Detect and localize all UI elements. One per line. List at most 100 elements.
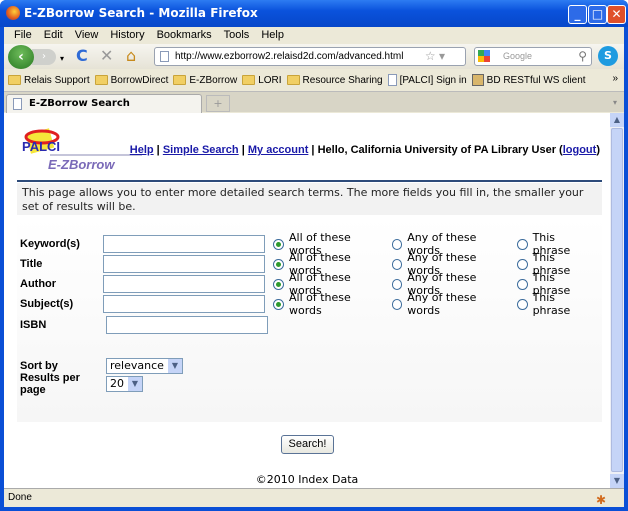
menu-help[interactable]: Help (255, 27, 290, 44)
stop-icon[interactable]: ✕ (100, 47, 113, 65)
per-page-select[interactable]: 20 ▼ (106, 376, 143, 392)
match-mode-radio[interactable] (391, 298, 403, 310)
search-button[interactable]: Search! (281, 435, 334, 454)
forward-button[interactable]: › (32, 49, 56, 65)
field-input[interactable] (103, 255, 266, 273)
history-dropdown-icon[interactable]: ▾ (60, 50, 64, 68)
my-account-link[interactable]: My account (248, 144, 309, 156)
folder-icon (173, 75, 187, 85)
field-label: Title (20, 258, 43, 270)
reload-icon[interactable]: C (76, 47, 88, 65)
tab-list-button[interactable]: ▾ (608, 95, 622, 111)
bookmark-label: E-ZBorrow (189, 74, 238, 86)
bookmark-item[interactable]: BD RESTful WS client (471, 74, 586, 86)
bookmark-label: BorrowDirect (110, 74, 169, 86)
folder-icon (8, 75, 21, 85)
bookmark-star-icon[interactable]: ☆ ▾ (425, 48, 445, 65)
bookmarks-toolbar: Relais Support BorrowDirect E-ZBorrow LO… (4, 70, 624, 90)
svg-text:E-ZBorrow: E-ZBorrow (48, 157, 115, 172)
search-placeholder: Google (503, 51, 533, 61)
footer: ©2010 Index Data (255, 473, 359, 486)
bookmark-item[interactable]: Relais Support (8, 75, 90, 86)
palci-ezborrow-logo: PALCI E-ZBorrow (22, 128, 142, 172)
match-mode-radio[interactable] (516, 278, 528, 290)
advanced-search-form: Keyword(s) All of these words Any of thes… (17, 217, 602, 422)
menu-bookmarks[interactable]: Bookmarks (151, 27, 218, 44)
scroll-down-icon[interactable]: ▼ (610, 474, 624, 488)
status-bar: Done ✱ (4, 488, 624, 507)
field-label: Author (20, 278, 57, 290)
scroll-up-icon[interactable]: ▲ (610, 113, 624, 127)
match-mode-radio[interactable] (391, 278, 403, 290)
field-input[interactable] (103, 235, 266, 253)
per-page-row: Results per page 20 ▼ (20, 372, 143, 396)
google-icon (478, 50, 490, 62)
new-tab-button[interactable]: + (206, 95, 230, 112)
bookmark-label: Resource Sharing (302, 74, 383, 86)
field-label: ISBN (20, 319, 47, 331)
skype-icon[interactable]: S (598, 46, 618, 66)
menu-edit[interactable]: Edit (38, 27, 69, 44)
menu-bar: File Edit View History Bookmarks Tools H… (4, 27, 624, 44)
magnifier-icon[interactable]: ⚲ (578, 48, 587, 65)
field-input[interactable] (103, 275, 266, 293)
match-mode-radio[interactable] (516, 258, 528, 270)
match-mode-radio[interactable] (273, 238, 284, 250)
match-mode-radio[interactable] (516, 238, 528, 250)
field-row: ISBN (20, 316, 268, 334)
scroll-thumb[interactable] (611, 128, 623, 472)
minimize-button[interactable]: _ (568, 5, 587, 24)
status-text: Done (8, 492, 32, 503)
url-bar[interactable]: http://www.ezborrow2.relaisd2d.com/advan… (154, 47, 466, 66)
image-icon (471, 74, 484, 86)
match-mode-radio[interactable] (273, 298, 284, 310)
firebug-icon[interactable]: ✱ (596, 491, 606, 509)
tab-bar: E-ZBorrow Search + ▾ (4, 91, 624, 113)
bookmark-label: LORI (258, 74, 282, 86)
help-link[interactable]: Help (130, 144, 154, 156)
navigation-toolbar: › ‹ ▾ C ✕ ⌂ http://www.ezborrow2.relaisd… (4, 44, 624, 69)
simple-search-link[interactable]: Simple Search (163, 144, 239, 156)
folder-icon (242, 75, 256, 85)
bookmark-item[interactable]: Resource Sharing (286, 74, 383, 86)
maximize-button[interactable]: □ (588, 5, 607, 24)
match-mode-group: All of these words Any of these words This… (273, 291, 602, 317)
match-mode-radio[interactable] (516, 298, 528, 310)
bookmark-item[interactable]: [PALCI] Sign in (387, 74, 467, 86)
bookmark-item[interactable]: LORI (242, 74, 282, 86)
match-mode-radio[interactable] (273, 278, 284, 290)
chevron-down-icon: ▼ (167, 359, 182, 373)
menu-history[interactable]: History (104, 27, 150, 44)
menu-view[interactable]: View (69, 27, 105, 44)
match-mode-label: All of these words (289, 291, 351, 317)
close-button[interactable]: ✕ (607, 5, 626, 24)
sort-value: relevance (110, 359, 164, 372)
description: This page allows you to enter more detai… (17, 183, 602, 215)
browser-window: E-ZBorrow Search - Mozilla Firefox _ □ ✕… (0, 0, 628, 511)
search-bar[interactable]: Google ⚲ (474, 47, 592, 66)
bookmark-label: BD RESTful WS client (486, 74, 586, 86)
bookmark-label: [PALCI] Sign in (399, 74, 467, 86)
field-input[interactable] (106, 316, 268, 334)
more-bookmarks-icon[interactable]: » (612, 73, 618, 84)
back-button[interactable]: ‹ (8, 45, 34, 69)
page-icon (13, 98, 22, 110)
per-page-value: 20 (110, 377, 124, 390)
sort-select[interactable]: relevance ▼ (106, 358, 183, 374)
header-links: Help | Simple Search | My account | Hell… (129, 144, 600, 156)
bookmark-label: Relais Support (24, 74, 90, 86)
vertical-scrollbar[interactable]: ▲ ▼ (610, 113, 624, 488)
tab-ezborrow-search[interactable]: E-ZBorrow Search (6, 94, 202, 113)
logout-link[interactable]: logout (563, 144, 597, 156)
match-mode-label: Any of these words (407, 291, 477, 317)
bookmark-item[interactable]: E-ZBorrow (173, 75, 237, 86)
bookmark-item[interactable]: BorrowDirect (94, 74, 169, 86)
home-icon[interactable]: ⌂ (126, 47, 136, 65)
menu-file[interactable]: File (8, 27, 38, 44)
url-text: http://www.ezborrow2.relaisd2d.com/advan… (175, 51, 404, 62)
match-mode-radio[interactable] (273, 258, 284, 270)
match-mode-radio[interactable] (391, 258, 403, 270)
field-input[interactable] (103, 295, 266, 313)
match-mode-radio[interactable] (391, 238, 403, 250)
menu-tools[interactable]: Tools (218, 27, 256, 44)
